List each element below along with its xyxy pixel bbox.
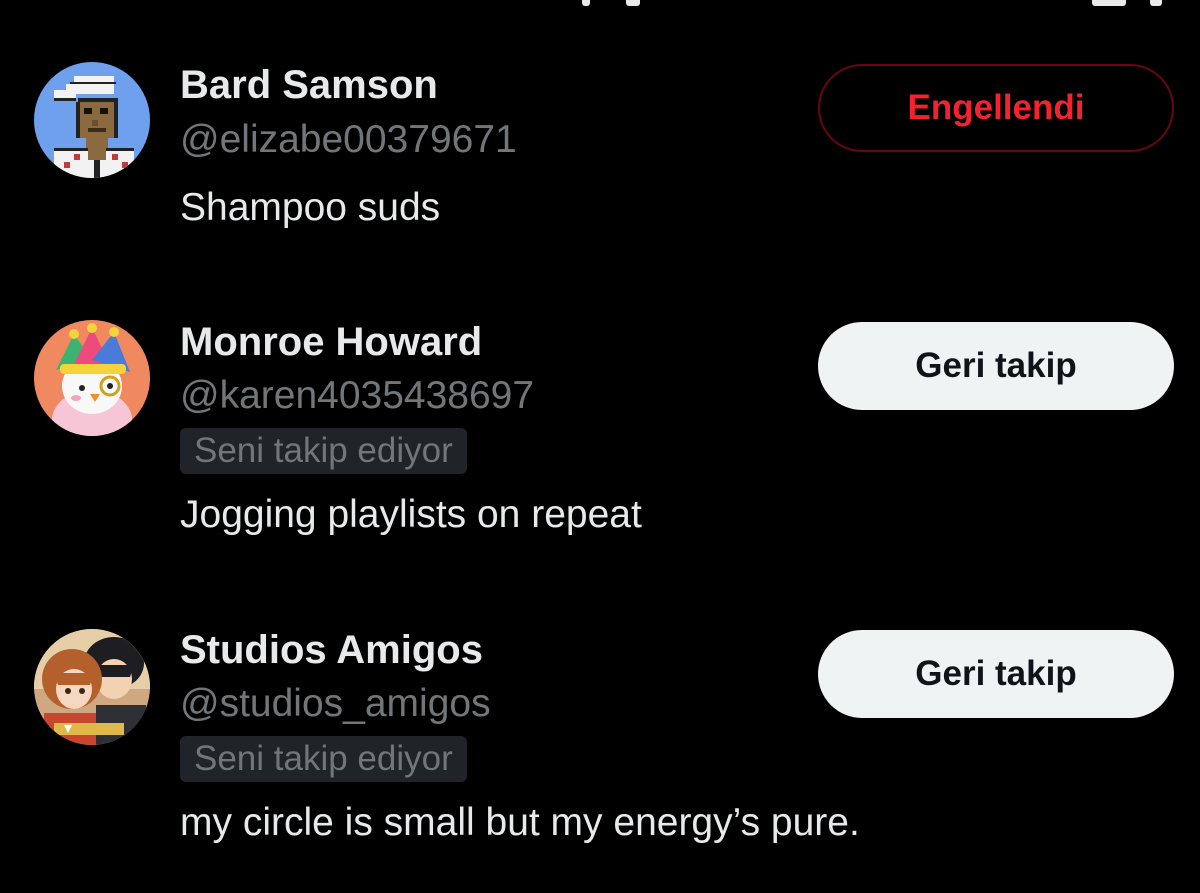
user-row[interactable]: Studios Amigos @studios_amigos Seni taki…	[0, 608, 1200, 893]
anime-couple-avatar-icon[interactable]	[34, 629, 150, 745]
user-bio: Shampoo suds	[180, 186, 441, 229]
user-row[interactable]: Bard Samson @elizabe00379671 Shampoo sud…	[0, 0, 1200, 290]
follows-you-badge: Seni takip ediyor	[180, 736, 467, 782]
user-bio: my circle is small but my energy’s pure.	[180, 801, 860, 844]
pixel-art-avatar-icon[interactable]	[34, 62, 150, 178]
user-handle[interactable]: @studios_amigos	[180, 680, 491, 728]
user-handle[interactable]: @elizabe00379671	[180, 116, 517, 164]
jester-penguin-avatar-icon[interactable]	[34, 320, 150, 436]
blocked-button[interactable]: Engellendi	[818, 64, 1174, 152]
user-handle[interactable]: @karen4035438697	[180, 372, 534, 420]
user-display-name[interactable]: Monroe Howard	[180, 318, 482, 366]
follows-you-badge: Seni takip ediyor	[180, 428, 467, 474]
follow-back-button[interactable]: Geri takip	[818, 322, 1174, 410]
follow-back-button[interactable]: Geri takip	[818, 630, 1174, 718]
user-display-name[interactable]: Studios Amigos	[180, 626, 483, 674]
user-display-name[interactable]: Bard Samson	[180, 61, 438, 109]
user-row[interactable]: Monroe Howard @karen4035438697 Seni taki…	[0, 300, 1200, 590]
user-bio: Jogging playlists on repeat	[180, 493, 642, 536]
